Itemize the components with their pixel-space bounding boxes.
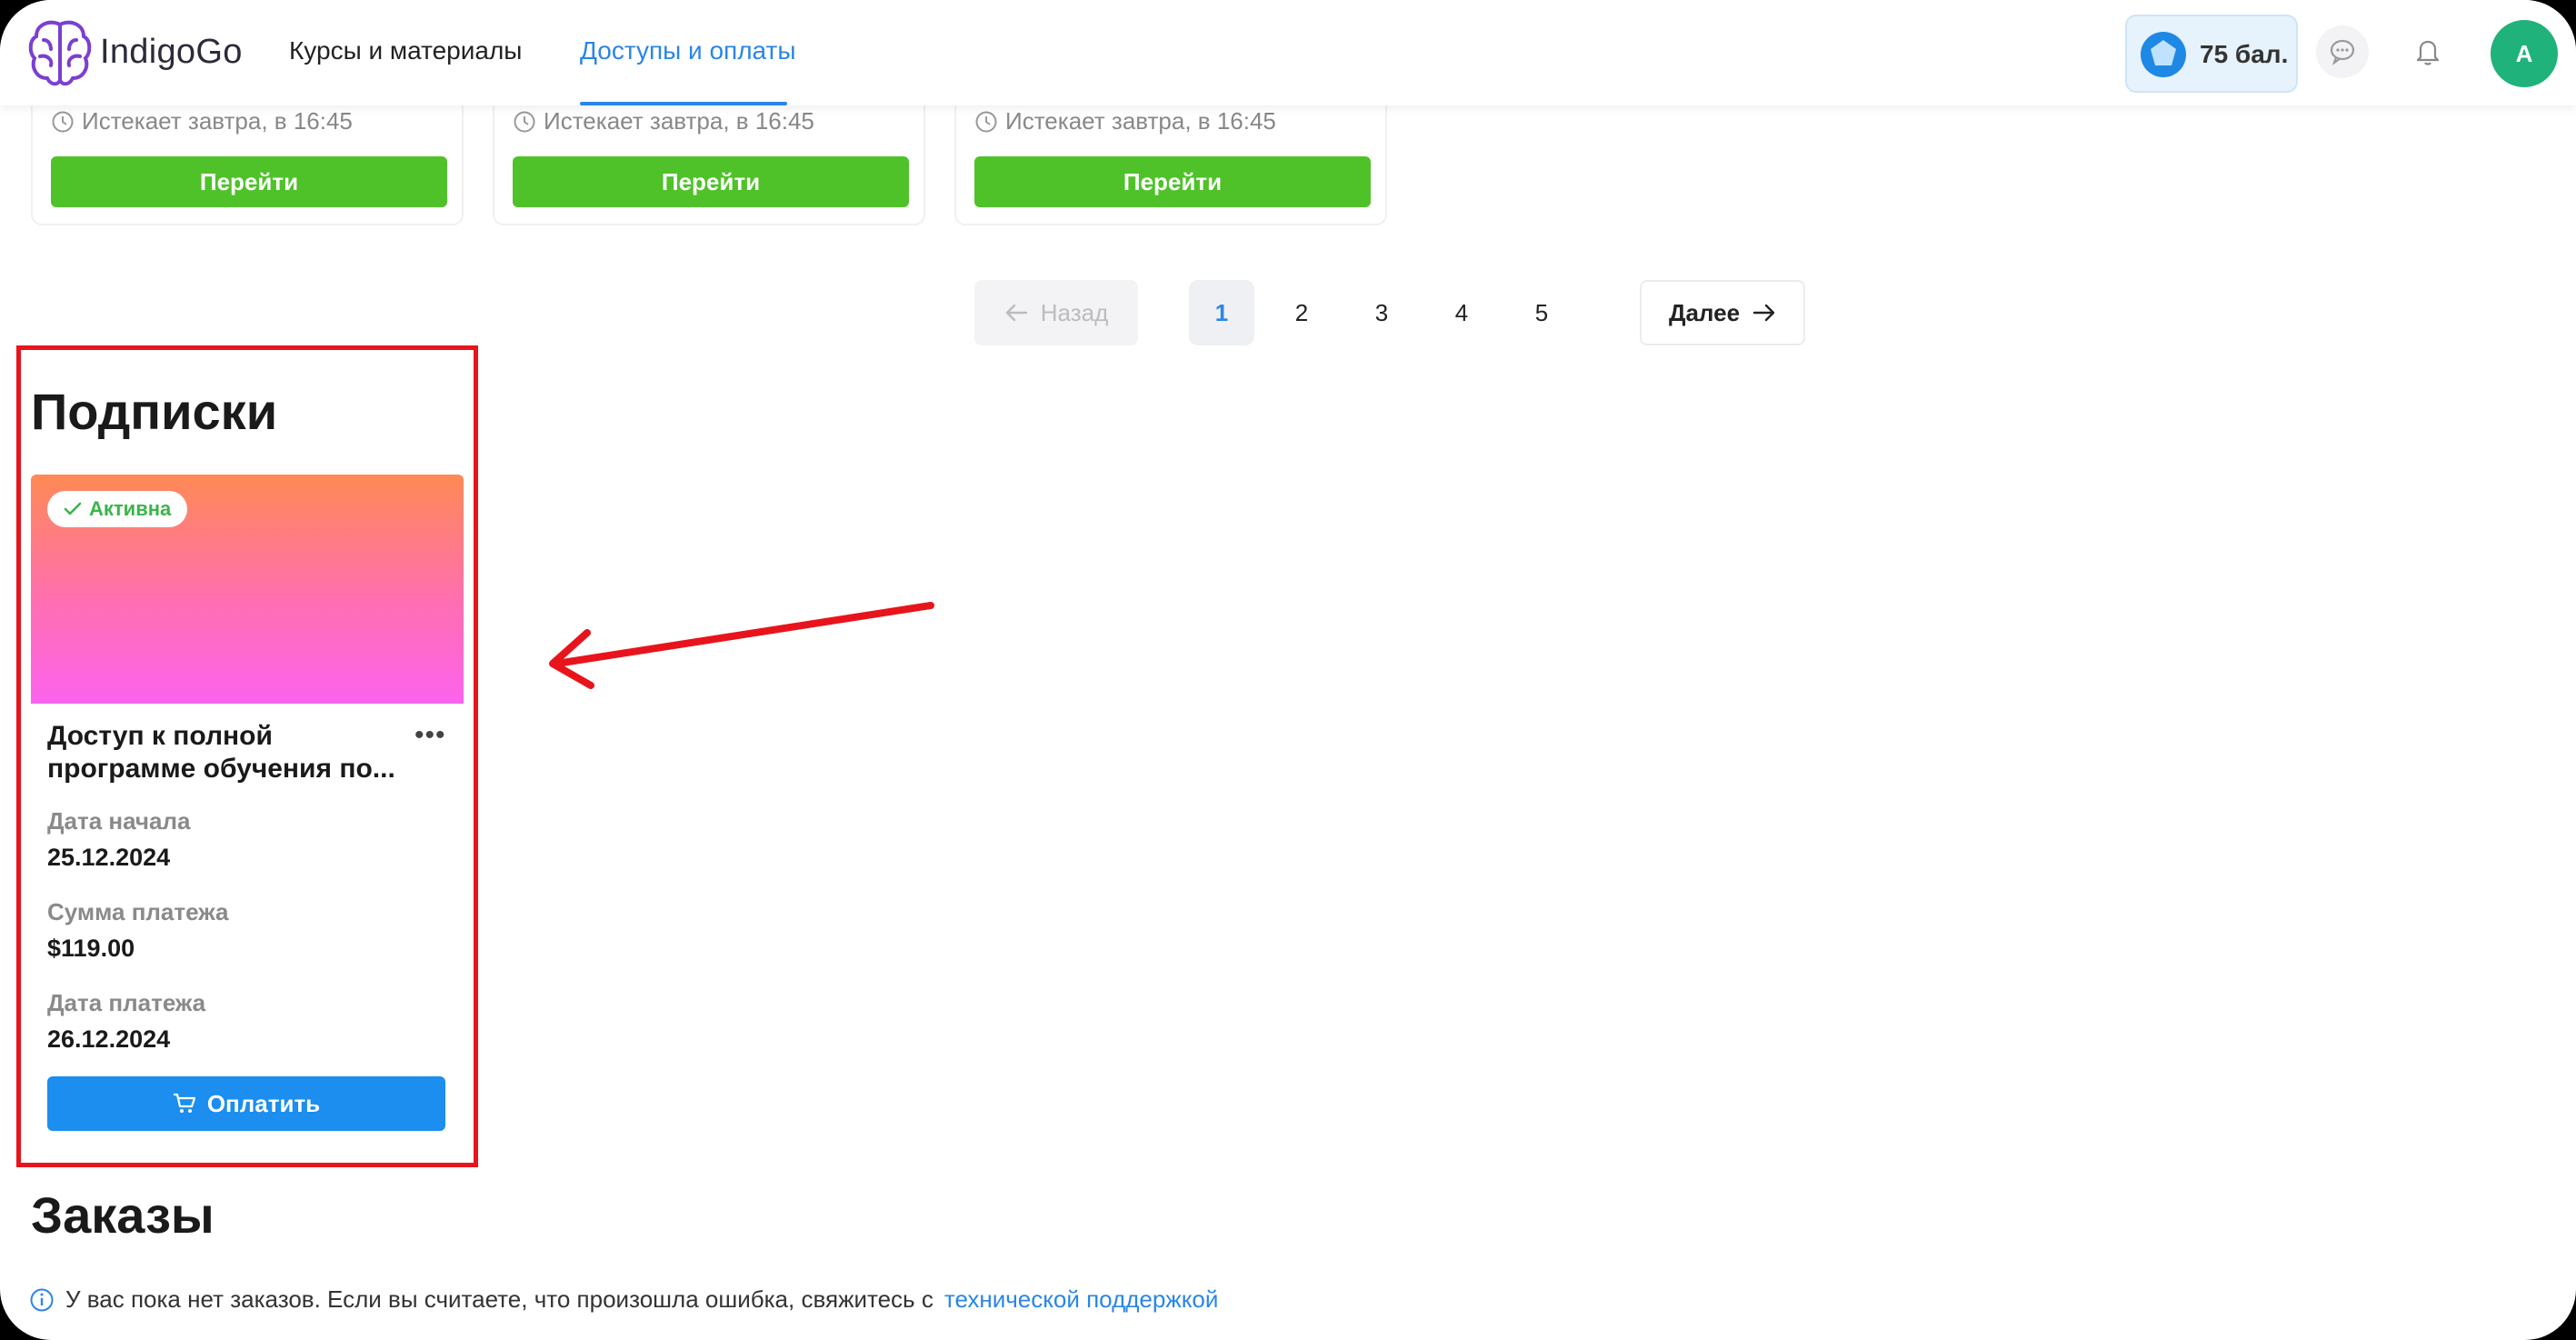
orders-empty-notice: У вас пока нет заказов. Если вы считаете…: [29, 1285, 1218, 1314]
expiry-text: Истекает завтра, в 16:45: [82, 107, 353, 135]
avatar[interactable]: A: [2491, 20, 2558, 87]
clock-icon: [975, 111, 997, 132]
logo-text[interactable]: IndigoGo: [100, 33, 243, 72]
top-card-1: Истекает завтра, в 16:45 Перейти: [31, 98, 464, 225]
page-2[interactable]: 2: [1269, 280, 1334, 345]
expiry-info: Истекает завтра, в 16:45: [51, 107, 353, 135]
page-3[interactable]: 3: [1349, 280, 1414, 345]
badge-star-icon: [2141, 32, 2186, 77]
support-link[interactable]: технической поддержкой: [944, 1285, 1219, 1314]
app-window: IndigoGo Курсы и материалы Доступы и опл…: [0, 0, 2576, 1340]
expiry-text: Истекает завтра, в 16:45: [544, 107, 814, 135]
top-card-2: Истекает завтра, в 16:45 Перейти: [493, 98, 925, 225]
pagination-prev-label: Назад: [1040, 298, 1109, 326]
page-5[interactable]: 5: [1509, 280, 1574, 345]
chat-icon[interactable]: [2316, 25, 2369, 78]
nav-courses[interactable]: Курсы и материалы: [289, 36, 522, 65]
annotation-arrow-icon: [549, 602, 934, 689]
page-4[interactable]: 4: [1429, 280, 1494, 345]
active-nav-underline: [580, 102, 787, 105]
orders-info-text: У вас пока нет заказов. Если вы считаете…: [65, 1285, 934, 1313]
bell-icon[interactable]: [2401, 25, 2454, 78]
top-header: IndigoGo Курсы и материалы Доступы и опл…: [0, 0, 2576, 105]
go-button[interactable]: Перейти: [51, 156, 447, 207]
info-icon: [30, 1288, 54, 1311]
pagination-next-label: Далее: [1668, 298, 1741, 326]
orders-title: Заказы: [31, 1186, 215, 1244]
pagination-next-button[interactable]: Далее: [1640, 280, 1805, 345]
nav-access-payments[interactable]: Доступы и оплаты: [580, 36, 795, 65]
go-button[interactable]: Перейти: [513, 156, 909, 207]
top-card-3: Истекает завтра, в 16:45 Перейти: [954, 98, 1387, 225]
arrow-left-icon: [1005, 304, 1027, 322]
clock-icon: [514, 111, 535, 132]
annotation-highlight-box: [16, 345, 478, 1167]
go-button[interactable]: Перейти: [974, 156, 1371, 207]
clock-icon: [52, 111, 74, 132]
expiry-text: Истекает завтра, в 16:45: [1005, 107, 1276, 135]
arrow-right-icon: [1752, 304, 1775, 322]
points-badge[interactable]: 75 бал.: [2125, 15, 2298, 93]
expiry-info: Истекает завтра, в 16:45: [974, 107, 1276, 135]
expiry-info: Истекает завтра, в 16:45: [513, 107, 814, 135]
points-value: 75 бал.: [2200, 40, 2289, 68]
pagination-prev-button[interactable]: Назад: [974, 280, 1138, 345]
brain-logo-icon[interactable]: [27, 16, 93, 89]
page-1[interactable]: 1: [1189, 280, 1254, 345]
